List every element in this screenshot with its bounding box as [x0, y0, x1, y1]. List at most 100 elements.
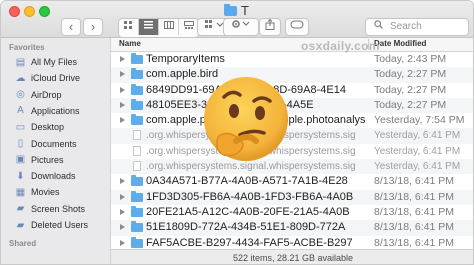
minimize-button[interactable]	[24, 6, 35, 17]
column-view-button[interactable]	[159, 19, 179, 35]
table-row[interactable]: 51E1809D-772A-434B-51E1-809D-772A 8/13/18…	[111, 220, 473, 236]
sidebar-item[interactable]: ▰ Screen Shots	[15, 201, 85, 217]
sidebar-item-label: Screen Shots	[31, 203, 86, 214]
file-name: FAF5ACBE-B297-4434-FAF5-ACBE-B297	[146, 236, 353, 249]
folder-icon	[224, 3, 237, 16]
sidebar-item[interactable]: ▯ Documents	[15, 136, 77, 152]
sidebar-item[interactable]: ◎ AirDrop	[15, 87, 62, 103]
table-row[interactable]: 0A34A571-B77A-4A0B-A571-7A1B-4E28 8/13/18…	[111, 174, 473, 189]
folder-icon	[131, 53, 143, 64]
file-name: 51E1809D-772A-434B-51E1-809D-772A	[146, 221, 346, 234]
sidebar-item[interactable]: ⬇ Downloads	[15, 168, 76, 184]
disclosure-triangle-icon[interactable]	[120, 178, 125, 185]
sidebar-item-label: All My Files	[31, 57, 78, 67]
shared-heading: Shared	[9, 239, 37, 248]
folder-icon	[131, 205, 143, 217]
desktop-icon: ▭	[15, 121, 26, 133]
folder-icon	[131, 68, 143, 80]
file-name: TemporaryItems	[146, 53, 225, 65]
movies-icon: ▦	[15, 186, 26, 198]
table-row[interactable]: 20FE21A5-A12C-4A0B-20FE-21A5-4A0B 8/13/18…	[111, 205, 473, 220]
date-modified: 8/13/18, 6:41 PM	[374, 175, 454, 188]
date-modified: Yesterday, 6:41 PM	[374, 130, 461, 142]
cloud-icon: ☁	[15, 72, 26, 84]
date-modified: Today, 2:27 PM	[374, 98, 447, 111]
date-modified: Yesterday, 6:41 PM	[374, 161, 461, 173]
back-button[interactable]: ‹	[61, 18, 81, 36]
documents-icon: ▯	[17, 138, 24, 149]
forward-button[interactable]: ›	[83, 18, 103, 36]
sidebar-item-label: iCloud Drive	[31, 73, 81, 84]
watermark: osxdaily.com	[301, 39, 380, 53]
sidebar-item[interactable]: ☁ iCloud Drive	[15, 70, 81, 86]
zoom-button[interactable]	[39, 6, 50, 17]
sidebar-item[interactable]: ▤ All My Files	[15, 54, 77, 70]
folder-icon: ▰	[16, 219, 25, 231]
disclosure-triangle-icon[interactable]	[120, 56, 125, 62]
tag-icon	[290, 20, 304, 29]
sidebar-item-label: Documents	[31, 138, 77, 149]
date-modified: 8/13/18, 6:41 PM	[374, 236, 454, 249]
sidebar-item[interactable]: ▣ Pictures	[15, 152, 64, 168]
list-view-icon	[144, 21, 153, 29]
date-column-header[interactable]: Date Modified	[374, 39, 426, 48]
sidebar-item-label: Applications	[31, 105, 80, 116]
sidebar-item-label: AirDrop	[31, 89, 62, 100]
disclosure-triangle-icon[interactable]	[120, 117, 125, 124]
gallery-view-button[interactable]	[179, 19, 198, 35]
document-icon	[133, 145, 141, 156]
disclosure-triangle-icon[interactable]	[120, 86, 125, 93]
action-button[interactable]	[223, 18, 259, 36]
sidebar-item[interactable]: ▰ Deleted Users	[15, 217, 88, 233]
folder-icon	[131, 98, 143, 110]
close-button[interactable]	[9, 6, 20, 17]
thinking-face-icon	[204, 77, 288, 161]
favorites-heading: Favorites	[9, 43, 45, 52]
date-modified: Today, 2:43 PM	[374, 53, 447, 65]
share-icon	[265, 18, 275, 30]
sidebar-item[interactable]: A Applications	[15, 103, 80, 119]
tags-button[interactable]	[285, 18, 309, 36]
column-view-icon	[163, 21, 174, 29]
file-name: 20FE21A5-A12C-4A0B-20FE-21A5-4A0B	[146, 205, 350, 218]
search-field[interactable]: Search	[365, 18, 469, 36]
document-icon	[133, 161, 141, 172]
table-row[interactable]: FAF5ACBE-B297-4434-FAF5-ACBE-B297 8/13/18…	[111, 236, 473, 249]
disclosure-triangle-icon[interactable]	[120, 71, 125, 78]
gear-icon	[232, 20, 250, 28]
disclosure-triangle-icon[interactable]	[120, 101, 125, 108]
date-modified: Today, 2:27 PM	[374, 83, 447, 96]
gallery-view-icon	[183, 21, 194, 29]
disclosure-triangle-icon[interactable]	[120, 239, 125, 246]
status-bar: 522 items, 28.21 GB available	[111, 249, 473, 264]
applications-icon: A	[17, 105, 24, 117]
date-modified: 8/13/18, 6:41 PM	[374, 205, 454, 218]
arrange-icon	[205, 20, 224, 28]
disclosure-triangle-icon[interactable]	[120, 208, 125, 215]
sidebar-item-label: Deleted Users	[31, 220, 89, 230]
file-name: 0A34A571-B77A-4A0B-A571-7A1B-4E28	[146, 175, 348, 188]
folder-icon	[131, 114, 143, 126]
folder-icon	[131, 190, 143, 202]
search-icon	[374, 19, 383, 35]
view-mode-segmented-control	[118, 18, 199, 38]
folder-icon	[131, 175, 143, 187]
sidebar-item-label: Downloads	[31, 171, 76, 182]
name-column-header[interactable]: Name	[119, 39, 141, 48]
pictures-icon: ▣	[15, 154, 26, 166]
sidebar-item[interactable]: ▦ Movies	[15, 184, 60, 200]
disclosure-triangle-icon[interactable]	[120, 224, 125, 231]
downloads-icon: ⬇	[16, 170, 25, 182]
toolbar: T ‹ › Search	[1, 1, 473, 38]
icon-view-button[interactable]	[119, 19, 139, 35]
share-button[interactable]	[259, 18, 281, 36]
table-row[interactable]: 1FD3D305-FB6A-4A0B-1FD3-FB6A-4A0B 8/13/18…	[111, 189, 473, 205]
folder-icon	[131, 236, 143, 248]
disclosure-triangle-icon[interactable]	[120, 193, 125, 200]
sidebar-item-label: Movies	[31, 187, 60, 198]
file-name: 1FD3D305-FB6A-4A0B-1FD3-FB6A-4A0B	[146, 190, 354, 203]
sidebar-item[interactable]: ▭ Desktop	[15, 119, 64, 135]
table-row[interactable]: TemporaryItems Today, 2:43 PM	[111, 52, 473, 67]
document-icon	[133, 130, 141, 141]
list-view-button[interactable]	[139, 19, 159, 35]
